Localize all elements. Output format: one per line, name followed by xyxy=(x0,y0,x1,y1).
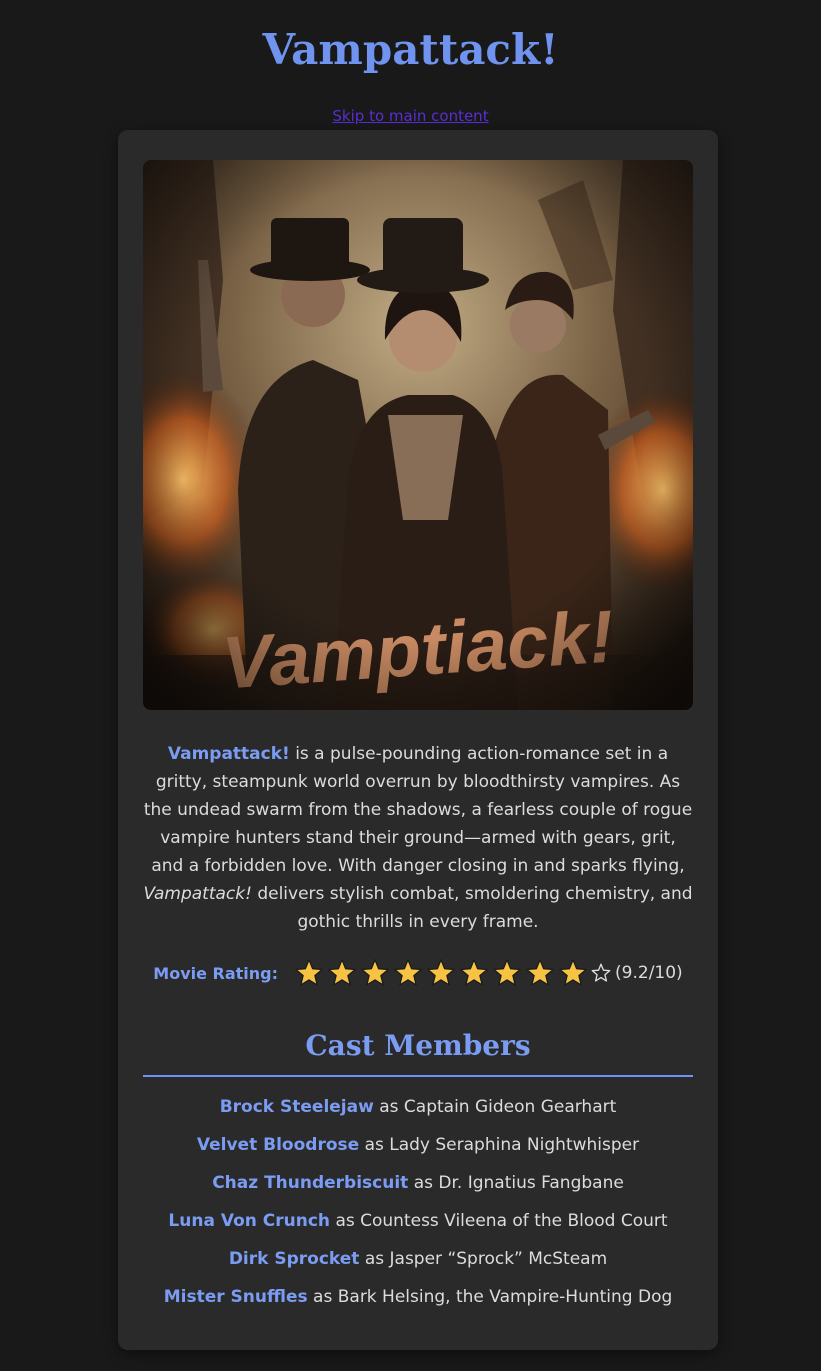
star-filled-icon xyxy=(559,959,587,986)
rating-stars xyxy=(294,958,615,988)
star-filled-icon xyxy=(427,959,455,986)
cast-role: Countess Vileena of the Blood Court xyxy=(360,1211,668,1231)
cast-connector: as xyxy=(335,1211,355,1231)
cast-member: Mister Snuffles as Bark Helsing, the Vam… xyxy=(143,1278,693,1316)
star-filled-icon xyxy=(295,959,323,986)
cast-member: Velvet Bloodrose as Lady Seraphina Night… xyxy=(143,1126,693,1164)
star-filled-icon xyxy=(394,959,422,986)
cast-role: Dr. Ignatius Fangbane xyxy=(438,1173,624,1193)
star-filled-icon xyxy=(361,959,389,986)
cast-list: Brock Steelejaw as Captain Gideon Gearha… xyxy=(143,1088,693,1316)
cast-heading: Cast Members xyxy=(143,1025,693,1077)
movie-description: Vampattack! is a pulse-pounding action-r… xyxy=(143,740,693,936)
movie-poster-image: Vamptiack! xyxy=(143,160,693,710)
cast-actor-link[interactable]: Dirk Sprocket xyxy=(229,1249,360,1269)
cast-actor-link[interactable]: Brock Steelejaw xyxy=(220,1097,374,1117)
cast-member: Chaz Thunderbiscuit as Dr. Ignatius Fang… xyxy=(143,1164,693,1202)
cast-member: Luna Von Crunch as Countess Vileena of t… xyxy=(143,1202,693,1240)
cast-role: Jasper “Sprock” McSteam xyxy=(389,1249,608,1269)
page-title: Vampattack! xyxy=(262,25,559,74)
cast-role: Lady Seraphina Nightwhisper xyxy=(389,1135,640,1155)
star-filled-icon xyxy=(526,959,554,986)
cast-role: Bark Helsing, the Vampire-Hunting Dog xyxy=(337,1287,673,1307)
cast-actor-link[interactable]: Mister Snuffles xyxy=(164,1287,308,1307)
rating-value: (9.2/10) xyxy=(615,963,683,983)
cast-member: Dirk Sprocket as Jasper “Sprock” McSteam xyxy=(143,1240,693,1278)
description-title-italic: Vampattack! xyxy=(143,884,252,904)
cast-member: Brock Steelejaw as Captain Gideon Gearha… xyxy=(143,1088,693,1126)
movie-rating: Movie Rating: (9.2/10) xyxy=(143,956,693,990)
cast-connector: as xyxy=(364,1249,385,1269)
cast-connector: as xyxy=(413,1173,433,1193)
cast-role: Captain Gideon Gearhart xyxy=(403,1097,617,1117)
skip-link-container: Skip to main content xyxy=(0,105,821,127)
cast-connector: as xyxy=(364,1135,384,1155)
cast-connector: as xyxy=(379,1097,399,1117)
skip-to-main-link[interactable]: Skip to main content xyxy=(332,107,488,125)
rating-label: Movie Rating: xyxy=(153,963,279,983)
cast-actor-link[interactable]: Luna Von Crunch xyxy=(168,1211,330,1231)
cast-connector: as xyxy=(313,1287,333,1307)
movie-card: Vamptiack! Vampattack! is a pulse-poundi… xyxy=(118,130,718,1350)
star-filled-icon xyxy=(328,959,356,986)
description-text-part2: delivers stylish combat, smoldering chem… xyxy=(251,884,693,932)
poster-illustration: Vamptiack! xyxy=(143,160,693,710)
cast-actor-link[interactable]: Velvet Bloodrose xyxy=(197,1135,359,1155)
description-title-highlight: Vampattack! xyxy=(167,744,290,764)
star-filled-icon xyxy=(493,959,521,986)
star-empty-icon xyxy=(591,963,611,982)
cast-actor-link[interactable]: Chaz Thunderbiscuit xyxy=(212,1173,408,1193)
star-filled-icon xyxy=(460,959,488,986)
